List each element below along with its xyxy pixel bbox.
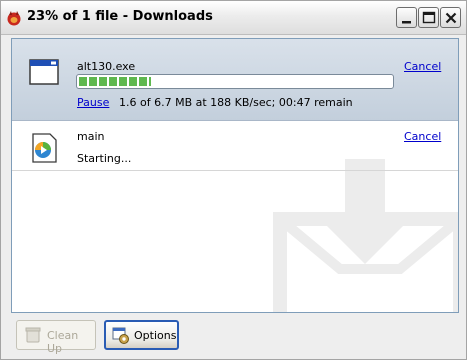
download-status: 1.6 of 6.7 MB at 188 KB/sec; 00:47 remai… [119, 96, 353, 109]
download-status: Starting... [77, 152, 132, 165]
downloads-window: 23% of 1 file - Downloads alt130.exe Can… [0, 0, 467, 360]
title-bar[interactable]: 23% of 1 file - Downloads [1, 1, 466, 35]
clean-up-label: Clean Up [47, 329, 79, 355]
cancel-link[interactable]: Cancel [404, 60, 441, 73]
download-progress-bar [76, 74, 394, 89]
download-filename: main [77, 130, 105, 143]
close-button[interactable] [440, 7, 461, 28]
options-label: Options [134, 329, 177, 342]
minimize-icon [402, 21, 411, 24]
options-button[interactable]: Options [104, 320, 179, 350]
window-title: 23% of 1 file - Downloads [27, 9, 213, 24]
application-window-icon [29, 59, 59, 85]
pause-link[interactable]: Pause [77, 96, 109, 109]
media-player-icon [32, 133, 57, 163]
progress-fill [79, 77, 151, 86]
minimize-button[interactable] [396, 7, 417, 28]
gear-icon [112, 327, 129, 344]
firefox-icon [7, 11, 21, 26]
close-icon [445, 12, 457, 24]
maximize-button[interactable] [418, 7, 439, 28]
download-filename: alt130.exe [77, 60, 136, 73]
download-item-main[interactable]: main Starting... Cancel [12, 121, 458, 171]
download-arrow-watermark [273, 159, 458, 312]
clean-up-button[interactable]: Clean Up [16, 320, 96, 355]
download-item-alt130[interactable]: alt130.exe Cancel Pause 1.6 of 6.7 MB at… [12, 39, 458, 121]
broom-icon [25, 327, 41, 343]
maximize-icon [422, 11, 436, 24]
cancel-link[interactable]: Cancel [404, 130, 441, 143]
downloads-list[interactable]: alt130.exe Cancel Pause 1.6 of 6.7 MB at… [11, 38, 459, 313]
